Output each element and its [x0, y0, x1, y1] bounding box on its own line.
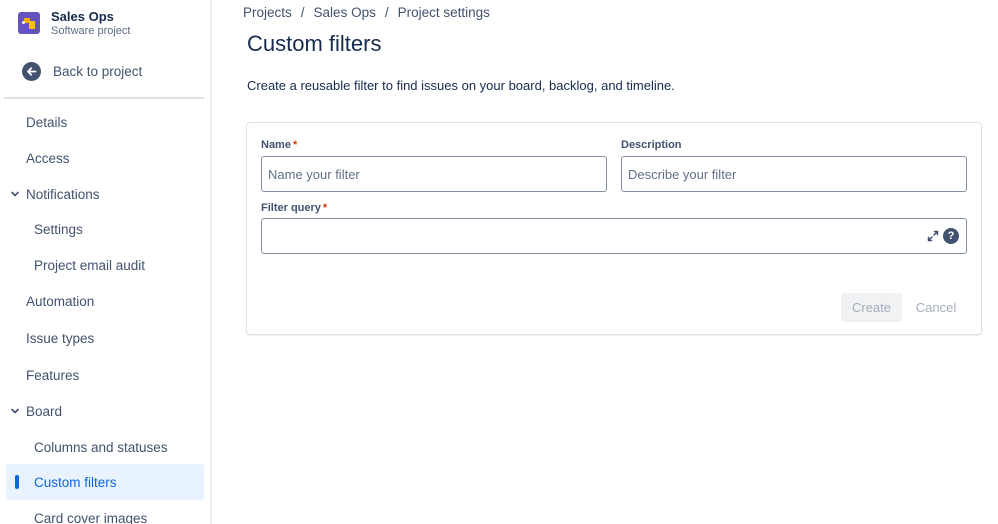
sidebar-item-label: Board	[26, 403, 63, 419]
description-field-label: Description	[621, 139, 682, 151]
breadcrumb-separator: /	[300, 5, 305, 20]
filter-query-field-label: Filter query *	[261, 202, 328, 214]
sidebar-item-project-email-audit[interactable]: Project email audit	[6, 247, 204, 283]
filter-name-input[interactable]	[261, 156, 607, 192]
sidebar-item-automation[interactable]: Automation	[26, 283, 204, 319]
required-marker: *	[292, 139, 298, 151]
page-title: Custom filters	[247, 31, 382, 56]
sidebar-item-label: Details	[26, 114, 68, 130]
filter-query-input[interactable]: ?	[261, 218, 967, 254]
project-sidebar: Sales Ops Software project Back to proje…	[0, 0, 212, 524]
back-to-project-label: Back to project	[53, 64, 143, 79]
project-avatar-icon	[18, 12, 40, 34]
breadcrumb-separator: /	[384, 5, 389, 20]
page-description: Create a reusable filter to find issues …	[247, 78, 675, 93]
help-icon[interactable]: ?	[943, 228, 959, 244]
breadcrumb-project-settings-link[interactable]: Project settings	[398, 5, 490, 20]
sidebar-item-issue-types[interactable]: Issue types	[26, 320, 204, 356]
project-name: Sales Ops	[51, 9, 114, 24]
sidebar-item-label: Features	[26, 367, 80, 383]
expand-icon[interactable]	[926, 229, 940, 243]
sidebar-item-label: Settings	[34, 221, 83, 237]
sidebar-item-settings[interactable]: Settings	[6, 211, 204, 247]
back-to-project-link[interactable]: Back to project	[22, 62, 142, 81]
sidebar-item-board[interactable]: Board	[11, 393, 204, 429]
required-marker: *	[322, 202, 328, 214]
sidebar-item-notifications[interactable]: Notifications	[11, 176, 204, 212]
filter-description-input[interactable]	[621, 156, 967, 192]
sidebar-item-features[interactable]: Features	[26, 357, 204, 393]
chevron-down-icon[interactable]	[9, 405, 21, 417]
sidebar-item-label: Issue types	[26, 330, 95, 346]
sidebar-item-label: Columns and statuses	[34, 439, 168, 455]
breadcrumb-project-link[interactable]: Sales Ops	[314, 5, 376, 20]
cancel-button[interactable]: Cancel	[909, 293, 963, 322]
sidebar-item-label: Custom filters	[34, 474, 117, 490]
sidebar-item-custom-filters[interactable]: Custom filters	[6, 464, 204, 500]
sidebar-item-label: Card cover images	[34, 510, 148, 524]
breadcrumb: Projects / Sales Ops / Project settings	[243, 5, 490, 20]
sidebar-item-details[interactable]: Details	[26, 104, 204, 140]
sidebar-item-columns-and-statuses[interactable]: Columns and statuses	[6, 429, 204, 465]
project-header[interactable]: Sales Ops Software project	[18, 9, 130, 38]
breadcrumb-projects-link[interactable]: Projects	[243, 5, 292, 20]
create-button[interactable]: Create	[841, 293, 902, 322]
sidebar-item-access[interactable]: Access	[26, 140, 204, 176]
sidebar-item-label: Access	[26, 150, 70, 166]
sidebar-item-card-cover-images[interactable]: Card cover images	[6, 500, 204, 524]
sidebar-item-label: Notifications	[26, 186, 100, 202]
name-field-label: Name *	[261, 139, 298, 151]
arrow-left-icon	[22, 62, 41, 81]
sidebar-item-label: Project email audit	[34, 257, 146, 273]
sidebar-item-label: Automation	[26, 293, 95, 309]
sidebar-divider	[4, 97, 204, 99]
project-type: Software project	[51, 25, 131, 37]
chevron-down-icon[interactable]	[9, 188, 21, 200]
filter-form-card: Name* Description Filter query* ? Create…	[246, 122, 982, 335]
